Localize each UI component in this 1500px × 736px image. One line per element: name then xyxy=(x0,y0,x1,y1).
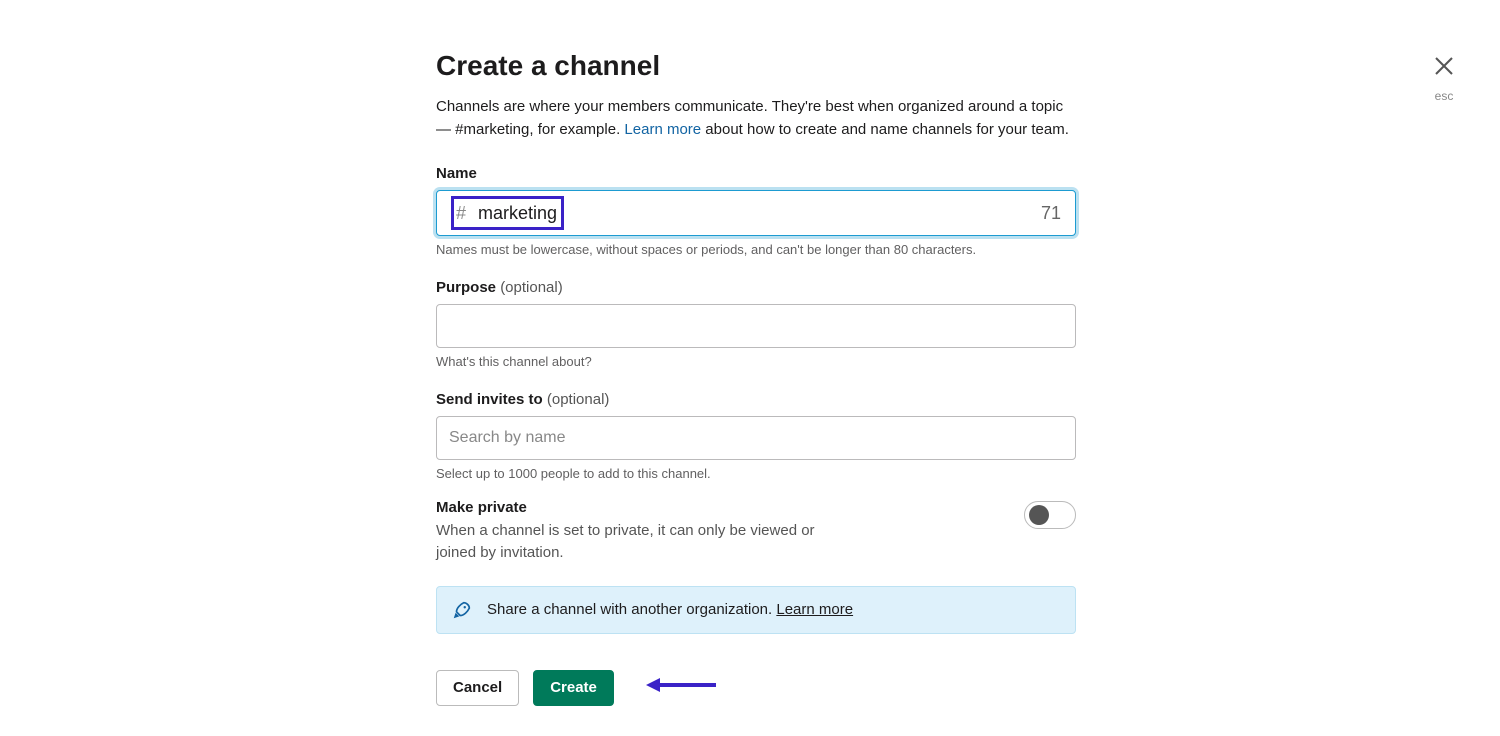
char-remaining: 71 xyxy=(1041,203,1061,224)
name-label: Name xyxy=(436,165,1076,182)
button-row: Cancel Create xyxy=(436,670,1076,706)
invites-hint: Select up to 1000 people to add to this … xyxy=(436,466,1076,481)
close-icon xyxy=(1432,54,1456,78)
annotation-arrow xyxy=(646,675,716,700)
invites-label: Send invites to (optional) xyxy=(436,391,1076,408)
purpose-label: Purpose (optional) xyxy=(436,279,1076,296)
name-value: marketing xyxy=(478,203,557,224)
esc-label: esc xyxy=(1432,89,1456,103)
toggle-knob xyxy=(1029,505,1049,525)
create-channel-modal: Create a channel Channels are where your… xyxy=(436,0,1076,706)
annotation-highlight: # marketing xyxy=(451,196,564,230)
learn-more-link[interactable]: Learn more xyxy=(624,121,701,138)
private-toggle[interactable] xyxy=(1024,501,1076,529)
share-learn-more-link[interactable]: Learn more xyxy=(776,601,853,618)
hash-icon: # xyxy=(456,203,466,224)
modal-title: Create a channel xyxy=(436,50,1076,82)
create-button[interactable]: Create xyxy=(533,670,614,706)
make-private-row: Make private When a channel is set to pr… xyxy=(436,499,1076,564)
invites-input[interactable] xyxy=(436,416,1076,460)
rocket-icon xyxy=(451,599,473,621)
purpose-input[interactable] xyxy=(436,304,1076,348)
channel-name-input[interactable]: # marketing 71 xyxy=(436,190,1076,236)
name-hint: Names must be lowercase, without spaces … xyxy=(436,242,1076,257)
private-desc: When a channel is set to private, it can… xyxy=(436,520,856,564)
purpose-hint: What's this channel about? xyxy=(436,354,1076,369)
share-org-banner: Share a channel with another organizatio… xyxy=(436,586,1076,634)
cancel-button[interactable]: Cancel xyxy=(436,670,519,706)
private-title: Make private xyxy=(436,499,856,516)
modal-description: Channels are where your members communic… xyxy=(436,96,1076,141)
close-button[interactable]: esc xyxy=(1432,54,1456,103)
